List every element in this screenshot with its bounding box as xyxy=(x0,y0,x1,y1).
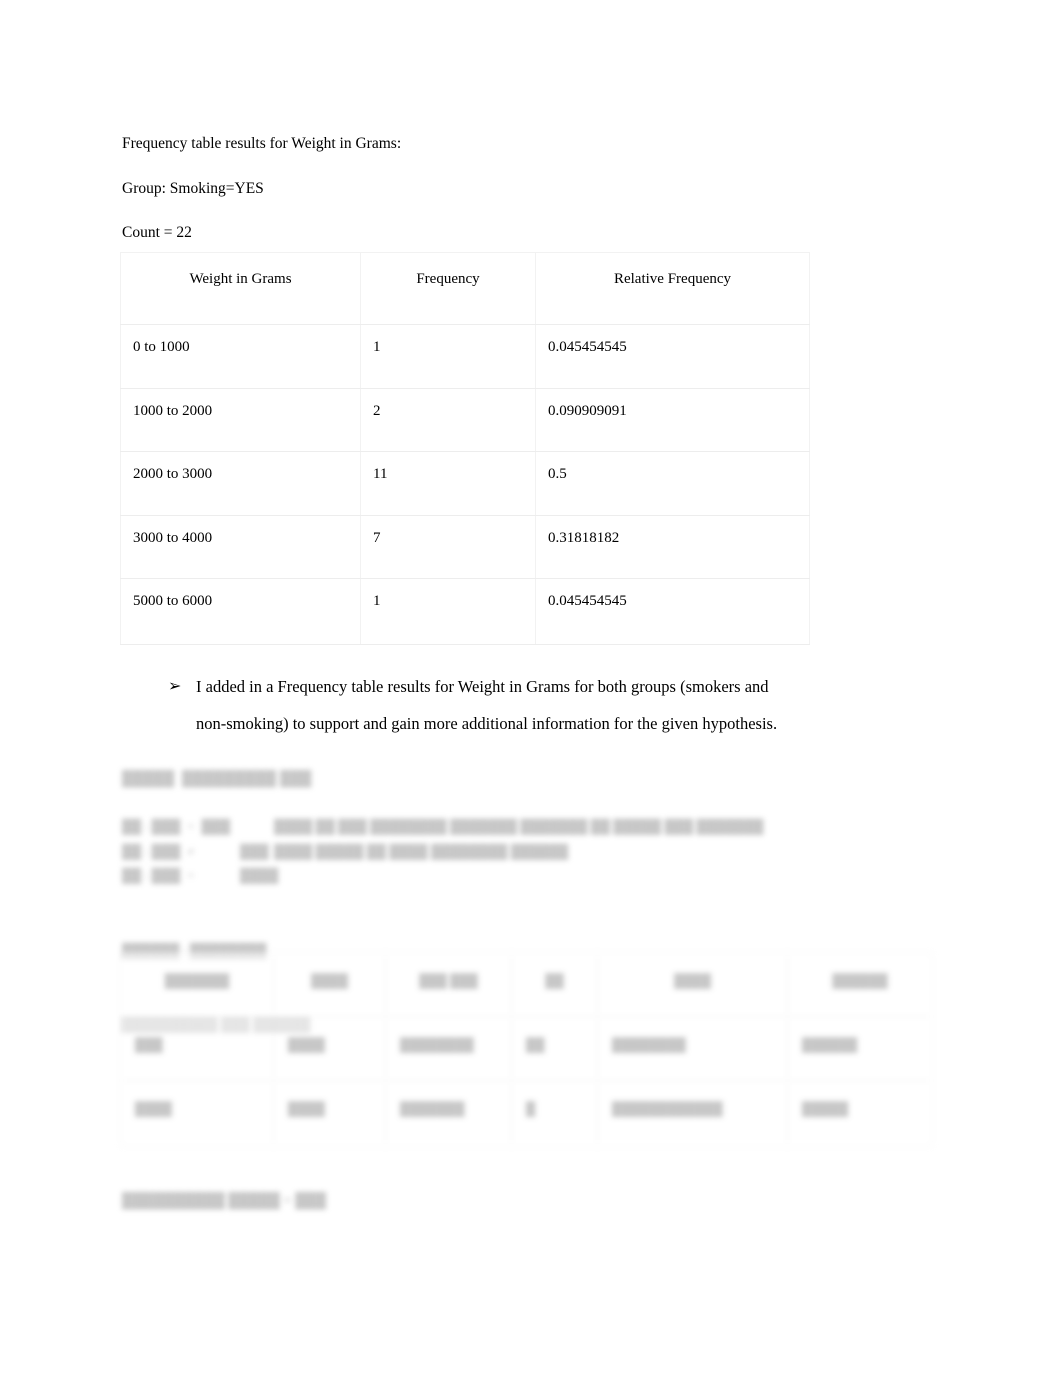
obscured-cell: ████ xyxy=(120,1080,274,1147)
column-header-frequency: Frequency xyxy=(360,252,536,325)
cell-relative-frequency: 0.5 xyxy=(535,451,810,516)
table-header-row: ███████ ████ ███ ███ ██ ████ ██████ xyxy=(120,952,933,1017)
cell-frequency: 1 xyxy=(360,324,536,389)
table-row: ████ ████ ███████ █ ████████████ █████ xyxy=(120,1080,933,1147)
obscured-column-header: ███ ███ xyxy=(385,952,512,1017)
obscured-hypothesis-description: ████ ██ ███ ████████ ███████ ███████ ██ … xyxy=(274,819,764,834)
obscured-statistics-table-container: ███████ ████ ███ ███ ██ ████ ██████ ███ … xyxy=(120,952,933,1147)
bullet-paragraph: ➢ I added in a Frequency table results f… xyxy=(168,668,958,742)
bullet-text-line-2: non-smoking) to support and gain more ad… xyxy=(196,714,778,733)
obscured-column-header: ██ xyxy=(511,952,598,1017)
bullet-second-line: non-smoking) to support and gain more ad… xyxy=(168,705,958,742)
obscured-column-header: ██████ xyxy=(787,952,933,1017)
cell-relative-frequency: 0.090909091 xyxy=(535,387,810,452)
column-header-weight: Weight in Grams xyxy=(120,252,361,325)
cell-weight: 3000 to 4000 xyxy=(120,514,361,579)
obscured-hypothesis-description: ████ █████ ██ ████ ████████ ██████ xyxy=(274,843,569,859)
obscured-hypothesis-symbol: ██ : ███ = ███ xyxy=(122,819,231,834)
obscured-hypothesis-symbol: ██ : ███ = xyxy=(122,868,195,883)
obscured-hypothesis-symbol-2: ███ xyxy=(240,843,269,859)
intro-text-block: Frequency table results for Weight in Gr… xyxy=(122,122,942,256)
obscured-column-header: ████ xyxy=(597,952,788,1017)
obscured-cell: ████████ xyxy=(385,1016,512,1081)
obscured-section-heading: █████ █████████ ███ xyxy=(122,771,312,787)
obscured-cell: █████ xyxy=(787,1080,933,1147)
bullet-first-line: ➢ I added in a Frequency table results f… xyxy=(168,668,958,705)
document-page: Frequency table results for Weight in Gr… xyxy=(0,0,1062,1377)
obscured-cell: ████████ xyxy=(597,1016,788,1081)
cell-relative-frequency: 0.045454545 xyxy=(535,324,810,389)
cell-weight: 2000 to 3000 xyxy=(120,451,361,516)
table-row: 0 to 1000 1 0.045454545 xyxy=(120,324,810,389)
cell-frequency: 2 xyxy=(360,387,536,452)
cell-relative-frequency: 0.31818182 xyxy=(535,514,810,579)
table-row: 5000 to 6000 1 0.045454545 xyxy=(120,578,810,645)
obscured-hypothesis-line: ██ : ███ = ████ xyxy=(122,864,882,889)
obscured-statistics-table: ███████ ████ ███ ███ ██ ████ ██████ ███ … xyxy=(120,952,933,1147)
obscured-cell: ██████ xyxy=(787,1016,933,1081)
cell-relative-frequency: 0.045454545 xyxy=(535,578,810,645)
obscured-cell: ███████ xyxy=(385,1080,512,1147)
cell-frequency: 7 xyxy=(360,514,536,579)
bullet-text-line-1: I added in a Frequency table results for… xyxy=(196,677,769,696)
obscured-hypothesis-line: ██ : ███ ≠ ███ ████ █████ ██ ████ ██████… xyxy=(122,840,882,865)
cell-frequency: 11 xyxy=(360,451,536,516)
arrow-marker-icon: ➢ xyxy=(168,678,182,695)
obscured-cell: ████ xyxy=(273,1080,386,1147)
table-row: 2000 to 3000 11 0.5 xyxy=(120,451,810,516)
table-row: ███ ████ ████████ ██ ████████ ██████ xyxy=(120,1016,933,1081)
obscured-cell: ████ xyxy=(273,1016,386,1081)
cell-weight: 0 to 1000 xyxy=(120,324,361,389)
obscured-hypothesis-symbol: ██ : ███ ≠ xyxy=(122,843,195,859)
obscured-hypothesis-line: ██ : ███ = ███ ████ ██ ███ ████████ ████… xyxy=(122,815,882,840)
cell-weight: 5000 to 6000 xyxy=(120,578,361,645)
table-row: 1000 to 2000 2 0.090909091 xyxy=(120,387,810,452)
table-row: 3000 to 4000 7 0.31818182 xyxy=(120,514,810,579)
intro-line-group: Group: Smoking=YES xyxy=(122,179,264,197)
frequency-table-container: Weight in Grams Frequency Relative Frequ… xyxy=(120,252,810,645)
obscured-hypothesis-block: ██ : ███ = ███ ████ ██ ███ ████████ ████… xyxy=(122,815,882,889)
cell-weight: 1000 to 2000 xyxy=(120,387,361,452)
obscured-hypothesis-symbol-2: ████ xyxy=(240,868,279,883)
obscured-column-header: ████ xyxy=(273,952,386,1017)
obscured-cell: ████████████ xyxy=(597,1080,788,1147)
column-header-relative-frequency: Relative Frequency xyxy=(535,252,810,325)
cell-frequency: 1 xyxy=(360,578,536,645)
intro-line-count: Count = 22 xyxy=(122,224,192,241)
obscured-hypothesis-description xyxy=(274,864,882,889)
obscured-footer-line: ██████████ █████ = ███ xyxy=(122,1193,327,1209)
obscured-cell: █ xyxy=(511,1080,598,1147)
obscured-column-header: ███████ xyxy=(120,952,274,1017)
frequency-table: Weight in Grams Frequency Relative Frequ… xyxy=(120,252,810,645)
obscured-cell: ███ xyxy=(120,1016,274,1081)
obscured-hypothesis-symbol-2 xyxy=(240,815,274,840)
table-header-row: Weight in Grams Frequency Relative Frequ… xyxy=(120,252,810,325)
obscured-cell: ██ xyxy=(511,1016,598,1081)
intro-line-title: Frequency table results for Weight in Gr… xyxy=(122,135,402,152)
